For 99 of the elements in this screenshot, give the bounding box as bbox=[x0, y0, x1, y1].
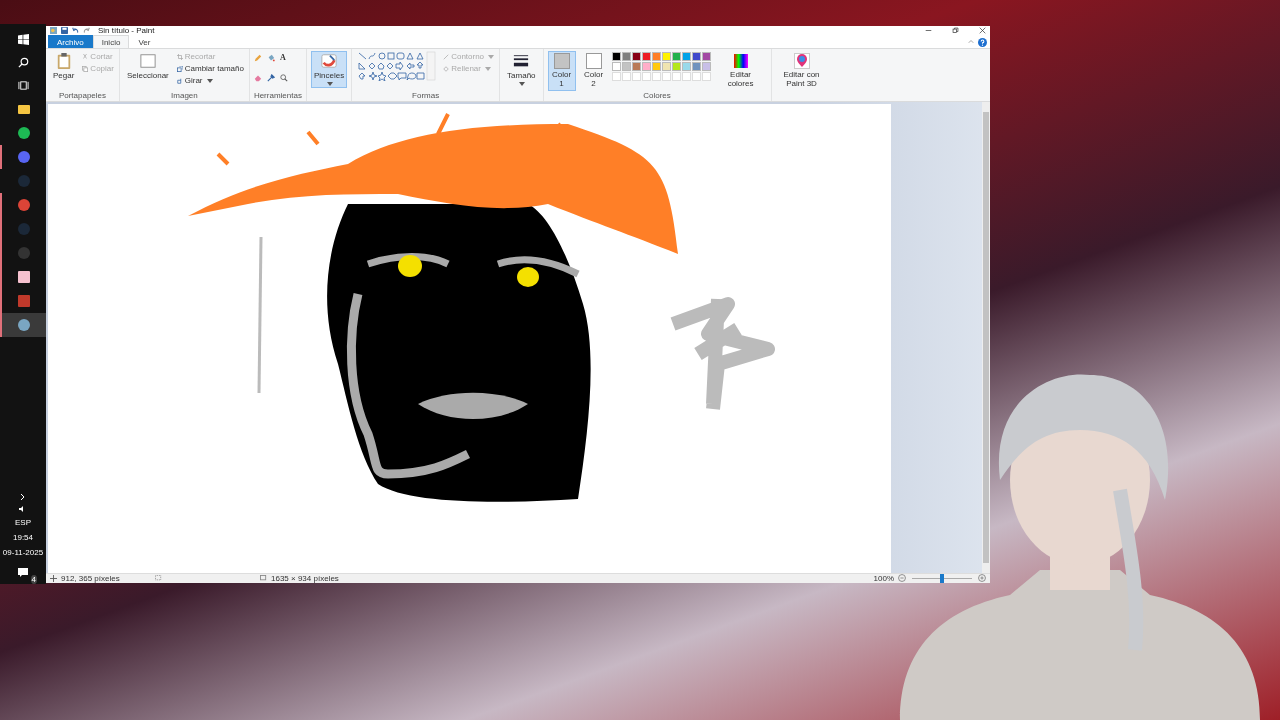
app-icon bbox=[18, 247, 30, 259]
group-label: Colores bbox=[642, 90, 672, 100]
cursor-position: 912, 365 píxeles bbox=[61, 573, 121, 583]
caret-icon bbox=[327, 82, 334, 86]
edit-colors-button[interactable]: Editar colores bbox=[714, 51, 767, 91]
group-label: Portapapeles bbox=[57, 90, 108, 100]
notification-count: 4 bbox=[30, 575, 37, 584]
palette-swatch[interactable] bbox=[691, 62, 701, 71]
palette-swatch[interactable] bbox=[621, 62, 631, 71]
app-icon bbox=[18, 295, 30, 307]
pencil-icon[interactable] bbox=[253, 54, 262, 62]
slider-thumb[interactable] bbox=[940, 573, 944, 583]
line-weights-icon bbox=[513, 53, 530, 69]
scissors-icon bbox=[82, 53, 89, 60]
clipboard-icon bbox=[55, 53, 72, 69]
windows-logo-icon[interactable] bbox=[17, 34, 29, 45]
task-view-icon[interactable] bbox=[17, 80, 29, 91]
app-icon bbox=[18, 127, 30, 139]
crosshair-icon bbox=[50, 574, 57, 582]
palette-swatch[interactable] bbox=[701, 52, 711, 61]
palette-swatch[interactable] bbox=[681, 62, 691, 71]
palette-swatch[interactable] bbox=[611, 62, 621, 71]
resize-icon bbox=[176, 65, 183, 72]
color-picker-icon[interactable] bbox=[266, 73, 275, 82]
text-tool[interactable]: A bbox=[279, 54, 290, 62]
palette-swatch[interactable] bbox=[651, 62, 661, 71]
app-icon bbox=[18, 223, 30, 235]
paint-3d-button[interactable]: Editar con Paint 3D bbox=[775, 51, 828, 91]
palette-swatch[interactable] bbox=[621, 52, 631, 61]
palette-swatch[interactable] bbox=[641, 62, 651, 71]
window-title: Sin título - Paint bbox=[98, 26, 155, 35]
group-label: Formas bbox=[411, 90, 441, 100]
palette-swatch[interactable] bbox=[661, 62, 671, 71]
color-spectrum-icon bbox=[732, 53, 749, 69]
palette-swatch[interactable] bbox=[631, 52, 641, 61]
minimize-icon[interactable] bbox=[925, 27, 932, 34]
help-icon[interactable] bbox=[978, 38, 987, 47]
app-icon bbox=[18, 175, 30, 187]
zoom-level: 100% bbox=[873, 573, 894, 583]
rotate-icon bbox=[176, 77, 183, 84]
ribbon-tab[interactable]: Inicio bbox=[92, 35, 130, 48]
paint-logo-icon bbox=[50, 27, 57, 34]
rotate-button[interactable]: Girar bbox=[175, 75, 245, 86]
palette-swatch[interactable] bbox=[681, 52, 691, 61]
zoom-out-icon[interactable] bbox=[898, 574, 906, 583]
brush-icon bbox=[321, 53, 338, 69]
app-icon bbox=[18, 199, 30, 211]
brushes-button[interactable]: Pinceles bbox=[310, 51, 348, 88]
caret-icon bbox=[206, 78, 213, 83]
file-menu-tab[interactable]: Archivo bbox=[48, 35, 93, 48]
paste-button[interactable]: Pegar bbox=[50, 51, 78, 82]
palette-swatch[interactable] bbox=[651, 52, 661, 61]
palette-swatch[interactable] bbox=[611, 52, 621, 61]
app-icon bbox=[18, 319, 30, 331]
ribbon-tab[interactable]: Ver bbox=[129, 35, 160, 48]
close-icon[interactable] bbox=[979, 27, 986, 34]
image-size-icon bbox=[260, 574, 267, 582]
app-icon bbox=[18, 151, 30, 163]
search-icon[interactable] bbox=[17, 57, 29, 68]
copy-icon bbox=[82, 65, 89, 72]
group-label: Herramientas bbox=[253, 90, 302, 100]
eraser-icon[interactable] bbox=[253, 73, 262, 82]
save-icon[interactable] bbox=[61, 27, 68, 34]
clock-time[interactable]: 19:54 bbox=[13, 533, 33, 542]
fill-icon bbox=[443, 65, 450, 72]
palette-swatch[interactable] bbox=[671, 52, 681, 61]
message-icon bbox=[18, 568, 28, 578]
crop-icon bbox=[176, 53, 183, 60]
magnifier-icon[interactable] bbox=[279, 73, 288, 82]
language-indicator[interactable]: ESP bbox=[15, 518, 31, 527]
palette-swatch[interactable] bbox=[701, 62, 711, 71]
selection-size-icon bbox=[155, 574, 162, 582]
color-1-button[interactable]: Color 1 bbox=[547, 51, 576, 91]
select-button[interactable]: Seleccionar bbox=[123, 51, 172, 82]
fill-bucket-icon[interactable] bbox=[266, 54, 275, 62]
color-2-button[interactable]: Color 2 bbox=[579, 51, 608, 91]
paint-3d-logo-icon bbox=[793, 53, 810, 69]
vertical-scrollbar[interactable] bbox=[982, 101, 990, 573]
palette-swatch[interactable] bbox=[671, 62, 681, 71]
app-icon bbox=[18, 103, 30, 115]
group-label: Imagen bbox=[170, 90, 199, 100]
palette-swatch[interactable] bbox=[661, 52, 671, 61]
selection-rectangle-icon bbox=[139, 53, 156, 69]
clock-date[interactable]: 09-11-2025 bbox=[2, 548, 44, 557]
image-size: 1635 × 934 píxeles bbox=[271, 573, 339, 583]
restore-icon[interactable] bbox=[952, 27, 959, 34]
shapes-gallery[interactable] bbox=[356, 51, 439, 81]
palette-swatch[interactable] bbox=[631, 62, 641, 71]
app-icon bbox=[18, 271, 30, 283]
resize-button[interactable]: Cambiar tamaño bbox=[175, 63, 245, 74]
size-button[interactable]: Tamaño bbox=[504, 51, 539, 88]
redo-icon[interactable] bbox=[83, 27, 90, 34]
drawing-canvas[interactable] bbox=[48, 103, 891, 573]
palette-swatch[interactable] bbox=[641, 52, 651, 61]
outline-icon bbox=[443, 53, 450, 60]
palette-swatch[interactable] bbox=[691, 52, 701, 61]
undo-icon[interactable] bbox=[72, 27, 79, 34]
caret-icon bbox=[519, 82, 526, 86]
zoom-in-icon[interactable] bbox=[978, 574, 986, 583]
